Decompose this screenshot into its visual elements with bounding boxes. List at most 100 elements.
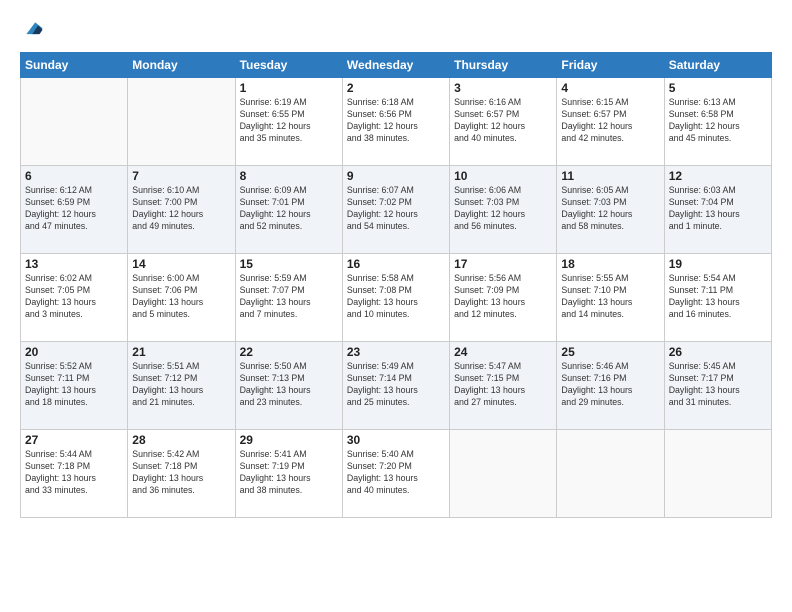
calendar-cell: 18 Sunrise: 5:55 AM Sunset: 7:10 PM Dayli… [557, 254, 664, 342]
calendar-week-row: 6 Sunrise: 6:12 AM Sunset: 6:59 PM Daylig… [21, 166, 772, 254]
weekday-wednesday: Wednesday [342, 53, 449, 78]
calendar-cell: 21 Sunrise: 5:51 AM Sunset: 7:12 PM Dayli… [128, 342, 235, 430]
logo [20, 18, 44, 42]
day-number: 8 [240, 169, 338, 183]
calendar-cell: 15 Sunrise: 5:59 AM Sunset: 7:07 PM Dayli… [235, 254, 342, 342]
day-info: Sunrise: 5:42 AM Sunset: 7:18 PM Dayligh… [132, 449, 230, 497]
day-info: Sunrise: 6:19 AM Sunset: 6:55 PM Dayligh… [240, 97, 338, 145]
day-info: Sunrise: 6:16 AM Sunset: 6:57 PM Dayligh… [454, 97, 552, 145]
calendar-cell: 11 Sunrise: 6:05 AM Sunset: 7:03 PM Dayli… [557, 166, 664, 254]
day-number: 26 [669, 345, 767, 359]
day-number: 25 [561, 345, 659, 359]
calendar-cell: 6 Sunrise: 6:12 AM Sunset: 6:59 PM Daylig… [21, 166, 128, 254]
calendar-cell: 24 Sunrise: 5:47 AM Sunset: 7:15 PM Dayli… [450, 342, 557, 430]
day-number: 4 [561, 81, 659, 95]
day-number: 2 [347, 81, 445, 95]
day-info: Sunrise: 6:12 AM Sunset: 6:59 PM Dayligh… [25, 185, 123, 233]
weekday-tuesday: Tuesday [235, 53, 342, 78]
day-number: 18 [561, 257, 659, 271]
calendar-cell: 3 Sunrise: 6:16 AM Sunset: 6:57 PM Daylig… [450, 78, 557, 166]
weekday-monday: Monday [128, 53, 235, 78]
calendar-cell: 29 Sunrise: 5:41 AM Sunset: 7:19 PM Dayli… [235, 430, 342, 518]
day-info: Sunrise: 6:06 AM Sunset: 7:03 PM Dayligh… [454, 185, 552, 233]
header [20, 18, 772, 42]
day-number: 1 [240, 81, 338, 95]
calendar-cell: 30 Sunrise: 5:40 AM Sunset: 7:20 PM Dayli… [342, 430, 449, 518]
calendar-cell: 4 Sunrise: 6:15 AM Sunset: 6:57 PM Daylig… [557, 78, 664, 166]
day-info: Sunrise: 5:41 AM Sunset: 7:19 PM Dayligh… [240, 449, 338, 497]
day-number: 29 [240, 433, 338, 447]
logo-icon [22, 18, 44, 40]
day-number: 19 [669, 257, 767, 271]
calendar-week-row: 13 Sunrise: 6:02 AM Sunset: 7:05 PM Dayli… [21, 254, 772, 342]
day-number: 7 [132, 169, 230, 183]
day-info: Sunrise: 5:45 AM Sunset: 7:17 PM Dayligh… [669, 361, 767, 409]
calendar-cell [21, 78, 128, 166]
day-info: Sunrise: 5:40 AM Sunset: 7:20 PM Dayligh… [347, 449, 445, 497]
day-info: Sunrise: 5:55 AM Sunset: 7:10 PM Dayligh… [561, 273, 659, 321]
day-info: Sunrise: 6:02 AM Sunset: 7:05 PM Dayligh… [25, 273, 123, 321]
day-number: 6 [25, 169, 123, 183]
calendar-cell: 25 Sunrise: 5:46 AM Sunset: 7:16 PM Dayli… [557, 342, 664, 430]
day-info: Sunrise: 5:50 AM Sunset: 7:13 PM Dayligh… [240, 361, 338, 409]
calendar-cell: 10 Sunrise: 6:06 AM Sunset: 7:03 PM Dayli… [450, 166, 557, 254]
calendar-cell: 9 Sunrise: 6:07 AM Sunset: 7:02 PM Daylig… [342, 166, 449, 254]
calendar-cell [557, 430, 664, 518]
calendar-cell: 12 Sunrise: 6:03 AM Sunset: 7:04 PM Dayli… [664, 166, 771, 254]
day-number: 13 [25, 257, 123, 271]
calendar-cell: 28 Sunrise: 5:42 AM Sunset: 7:18 PM Dayli… [128, 430, 235, 518]
day-number: 9 [347, 169, 445, 183]
day-info: Sunrise: 6:13 AM Sunset: 6:58 PM Dayligh… [669, 97, 767, 145]
calendar-cell: 17 Sunrise: 5:56 AM Sunset: 7:09 PM Dayli… [450, 254, 557, 342]
day-info: Sunrise: 6:18 AM Sunset: 6:56 PM Dayligh… [347, 97, 445, 145]
day-info: Sunrise: 6:07 AM Sunset: 7:02 PM Dayligh… [347, 185, 445, 233]
day-number: 17 [454, 257, 552, 271]
day-info: Sunrise: 6:05 AM Sunset: 7:03 PM Dayligh… [561, 185, 659, 233]
calendar-cell: 20Sunrise: 5:52 AM Sunset: 7:11 PM Dayli… [21, 342, 128, 430]
weekday-header-row: SundayMondayTuesdayWednesdayThursdayFrid… [21, 53, 772, 78]
day-info: Sunrise: 6:15 AM Sunset: 6:57 PM Dayligh… [561, 97, 659, 145]
calendar-cell: 16 Sunrise: 5:58 AM Sunset: 7:08 PM Dayli… [342, 254, 449, 342]
day-number: 15 [240, 257, 338, 271]
day-info: Sunrise: 5:56 AM Sunset: 7:09 PM Dayligh… [454, 273, 552, 321]
calendar-cell [664, 430, 771, 518]
calendar-cell: 5 Sunrise: 6:13 AM Sunset: 6:58 PM Daylig… [664, 78, 771, 166]
day-info: Sunrise: 5:49 AM Sunset: 7:14 PM Dayligh… [347, 361, 445, 409]
day-number: 30 [347, 433, 445, 447]
weekday-friday: Friday [557, 53, 664, 78]
calendar-cell: 27 Sunrise: 5:44 AM Sunset: 7:18 PM Dayli… [21, 430, 128, 518]
day-number: 12 [669, 169, 767, 183]
calendar-cell: 14Sunrise: 6:00 AM Sunset: 7:06 PM Dayli… [128, 254, 235, 342]
weekday-sunday: Sunday [21, 53, 128, 78]
day-info: Sunrise: 5:51 AM Sunset: 7:12 PM Dayligh… [132, 361, 230, 409]
calendar: SundayMondayTuesdayWednesdayThursdayFrid… [20, 52, 772, 518]
day-info: Sunrise: 5:52 AM Sunset: 7:11 PM Dayligh… [25, 361, 123, 409]
day-number: 28 [132, 433, 230, 447]
day-number: 16 [347, 257, 445, 271]
day-number: 27 [25, 433, 123, 447]
day-info: Sunrise: 5:59 AM Sunset: 7:07 PM Dayligh… [240, 273, 338, 321]
day-number: 10 [454, 169, 552, 183]
calendar-cell: 1 Sunrise: 6:19 AM Sunset: 6:55 PM Daylig… [235, 78, 342, 166]
day-number: 3 [454, 81, 552, 95]
day-number: 21 [132, 345, 230, 359]
day-info: Sunrise: 5:44 AM Sunset: 7:18 PM Dayligh… [25, 449, 123, 497]
day-number: 5 [669, 81, 767, 95]
day-info: Sunrise: 6:09 AM Sunset: 7:01 PM Dayligh… [240, 185, 338, 233]
day-info: Sunrise: 6:03 AM Sunset: 7:04 PM Dayligh… [669, 185, 767, 233]
calendar-cell [450, 430, 557, 518]
day-info: Sunrise: 5:58 AM Sunset: 7:08 PM Dayligh… [347, 273, 445, 321]
day-info: Sunrise: 5:46 AM Sunset: 7:16 PM Dayligh… [561, 361, 659, 409]
weekday-thursday: Thursday [450, 53, 557, 78]
day-number: 11 [561, 169, 659, 183]
calendar-week-row: 27 Sunrise: 5:44 AM Sunset: 7:18 PM Dayli… [21, 430, 772, 518]
calendar-cell: 26 Sunrise: 5:45 AM Sunset: 7:17 PM Dayli… [664, 342, 771, 430]
weekday-saturday: Saturday [664, 53, 771, 78]
day-info: Sunrise: 5:47 AM Sunset: 7:15 PM Dayligh… [454, 361, 552, 409]
day-number: 14 [132, 257, 230, 271]
calendar-cell: 19Sunrise: 5:54 AM Sunset: 7:11 PM Dayli… [664, 254, 771, 342]
day-number: 24 [454, 345, 552, 359]
calendar-cell: 2 Sunrise: 6:18 AM Sunset: 6:56 PM Daylig… [342, 78, 449, 166]
day-number: 22 [240, 345, 338, 359]
calendar-cell: 23Sunrise: 5:49 AM Sunset: 7:14 PM Dayli… [342, 342, 449, 430]
